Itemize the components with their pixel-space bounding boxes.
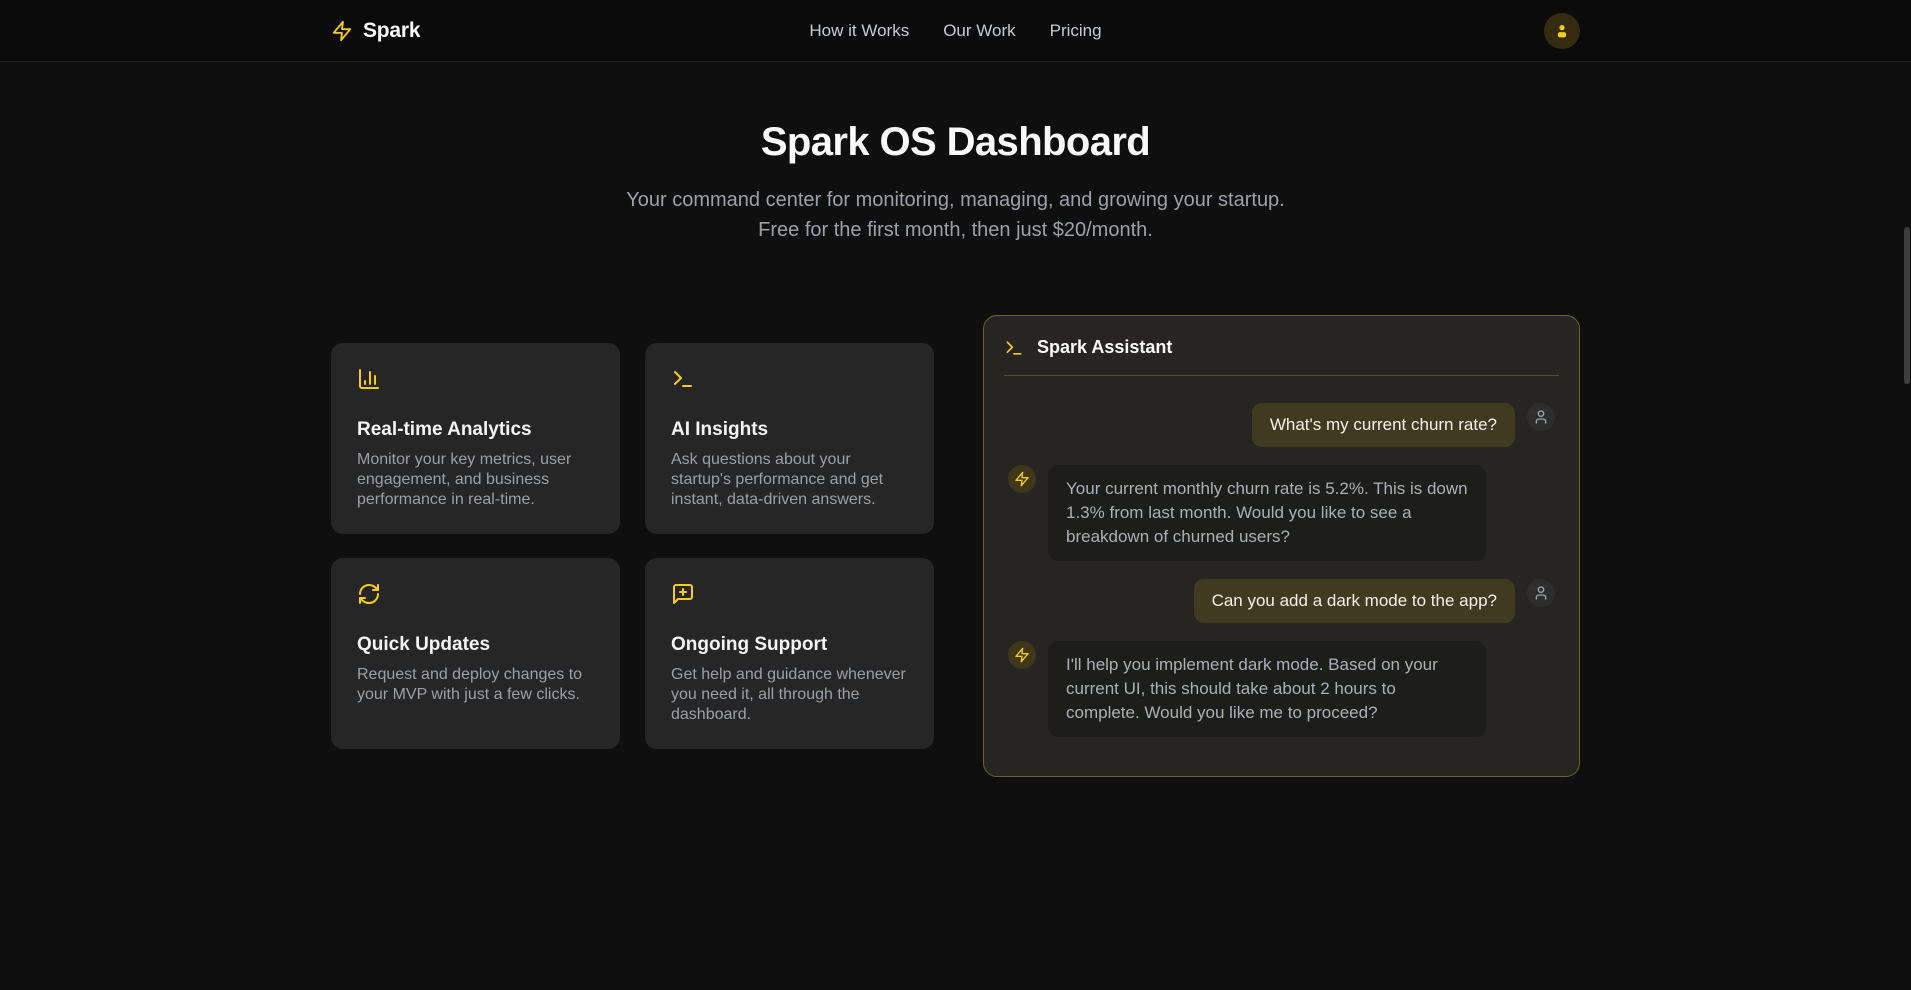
feature-card-quick-updates: Quick Updates Request and deploy changes…: [331, 558, 620, 749]
user-icon: [1553, 22, 1571, 40]
nav-link-our-work[interactable]: Our Work: [943, 21, 1015, 41]
terminal-icon: [671, 367, 695, 391]
page-scrollbar-thumb[interactable]: [1904, 227, 1910, 384]
nav-link-pricing[interactable]: Pricing: [1050, 21, 1102, 41]
page: Spark How it Works Our Work Pricing Spar…: [0, 0, 1911, 990]
message-square-plus-icon: [671, 582, 695, 606]
nav-links: How it Works Our Work Pricing: [809, 0, 1101, 61]
hero-section: Spark OS Dashboard Your command center f…: [0, 62, 1911, 245]
feature-card-ai-insights: AI Insights Ask questions about your sta…: [645, 343, 934, 534]
feature-title: Real-time Analytics: [357, 419, 594, 441]
feature-title: AI Insights: [671, 419, 908, 441]
user-message-bubble: Can you add a dark mode to the app?: [1194, 579, 1515, 623]
chat-message-user: What's my current churn rate?: [1008, 403, 1555, 447]
zap-icon: [1014, 647, 1030, 663]
user-message-bubble: What's my current churn rate?: [1252, 403, 1515, 447]
features-grid: Real-time Analytics Monitor your key met…: [331, 343, 934, 749]
assistant-avatar: [1008, 641, 1036, 669]
feature-card-realtime-analytics: Real-time Analytics Monitor your key met…: [331, 343, 620, 534]
chat-message-assistant: I'll help you implement dark mode. Based…: [1008, 641, 1555, 737]
assistant-panel-title: Spark Assistant: [1037, 337, 1172, 358]
chat-message-user: Can you add a dark mode to the app?: [1008, 579, 1555, 623]
page-title: Spark OS Dashboard: [0, 120, 1911, 165]
profile-avatar-button[interactable]: [1544, 13, 1580, 49]
page-subtitle: Your command center for monitoring, mana…: [611, 185, 1301, 245]
feature-description: Get help and guidance whenever you need …: [671, 665, 908, 725]
feature-description: Ask questions about your startup's perfo…: [671, 450, 908, 510]
nav-link-how-it-works[interactable]: How it Works: [809, 21, 909, 41]
brand-logo[interactable]: Spark: [331, 19, 420, 43]
feature-title: Quick Updates: [357, 634, 594, 656]
chart-column-icon: [357, 367, 381, 391]
user-avatar: [1527, 403, 1555, 431]
refresh-icon: [357, 582, 381, 606]
user-avatar: [1527, 579, 1555, 607]
zap-icon: [331, 20, 353, 42]
assistant-avatar: [1008, 465, 1036, 493]
feature-description: Monitor your key metrics, user engagemen…: [357, 450, 594, 510]
feature-card-ongoing-support: Ongoing Support Get help and guidance wh…: [645, 558, 934, 749]
spark-assistant-panel: Spark Assistant What's my current churn …: [983, 315, 1580, 777]
nav-inner: Spark How it Works Our Work Pricing: [331, 0, 1580, 61]
feature-title: Ongoing Support: [671, 634, 908, 656]
chat-message-assistant: Your current monthly churn rate is 5.2%.…: [1008, 465, 1555, 561]
top-nav: Spark How it Works Our Work Pricing: [0, 0, 1911, 62]
assistant-message-bubble: Your current monthly churn rate is 5.2%.…: [1048, 465, 1486, 561]
brand-name: Spark: [363, 19, 420, 43]
feature-description: Request and deploy changes to your MVP w…: [357, 665, 594, 705]
user-icon: [1533, 585, 1549, 601]
terminal-icon: [1004, 338, 1024, 358]
chat-messages: What's my current churn rate? Your curre…: [984, 376, 1579, 763]
main-content: Real-time Analytics Monitor your key met…: [331, 315, 1580, 777]
zap-icon: [1014, 471, 1030, 487]
assistant-message-bubble: I'll help you implement dark mode. Based…: [1048, 641, 1486, 737]
assistant-panel-header: Spark Assistant: [984, 316, 1579, 375]
user-icon: [1533, 409, 1549, 425]
